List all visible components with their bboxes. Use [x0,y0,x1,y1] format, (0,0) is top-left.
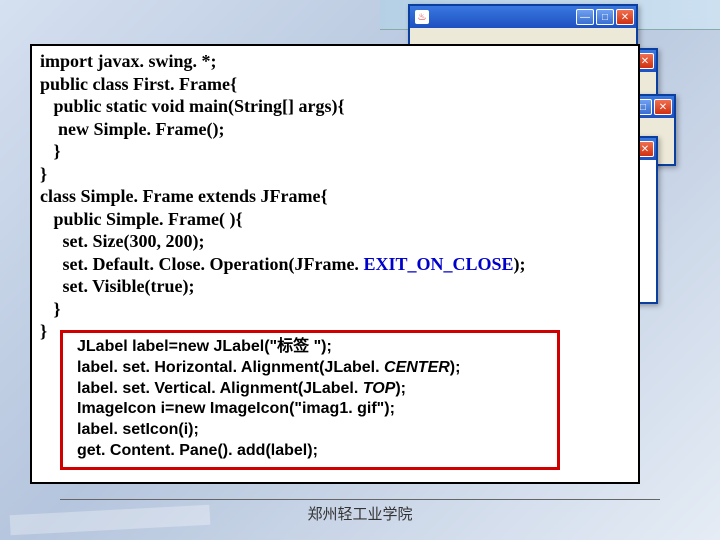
minimize-button[interactable]: — [576,9,594,25]
code-line: } [40,163,630,186]
code-text: ); [513,254,525,274]
footer-institution: 郑州轻工业学院 [0,503,720,524]
code-text: ); [395,380,406,397]
code-line: public Simple. Frame( ){ [40,208,630,231]
code-text: label. set. Vertical. Alignment(JLabel. [77,380,363,397]
overlay-line: ImageIcon i=new ImageIcon("imag1. gif"); [77,399,543,420]
code-line: class Simple. Frame extends JFrame{ [40,185,630,208]
divider [60,499,660,500]
code-line: public static void main(String[] args){ [40,95,630,118]
code-line: import javax. swing. *; [40,50,630,73]
overlay-line: label. set. Vertical. Alignment(JLabel. … [77,379,543,400]
close-button[interactable]: ✕ [654,99,672,115]
overlay-line: get. Content. Pane(). add(label); [77,441,543,462]
code-text: ); [450,359,461,376]
code-constant: CENTER [384,359,450,376]
code-line: public class First. Frame{ [40,73,630,96]
code-text: JLabel label=new JLabel(" [77,338,277,355]
close-button[interactable]: ✕ [616,9,634,25]
code-text: "); [314,338,332,355]
overlay-line: JLabel label=new JLabel("标签 "); [77,337,543,358]
code-text: set. Default. Close. Operation(JFrame. [40,254,363,274]
code-string: 标签 [277,338,313,355]
maximize-button[interactable]: □ [596,9,614,25]
code-line: new Simple. Frame(); [40,118,630,141]
code-line: set. Visible(true); [40,275,630,298]
overlay-line: label. set. Horizontal. Alignment(JLabel… [77,358,543,379]
java-cup-icon: ♨ [415,10,429,24]
code-constant: EXIT_ON_CLOSE [363,254,513,274]
overlay-line: label. setIcon(i); [77,420,543,441]
titlebar-1: ♨ — □ ✕ [410,6,636,28]
code-line: set. Size(300, 200); [40,230,630,253]
code-line: } [40,140,630,163]
code-line: } [40,298,630,321]
highlight-box: JLabel label=new JLabel("标签 "); label. s… [60,330,560,470]
code-text: label. set. Horizontal. Alignment(JLabel… [77,359,384,376]
code-line: set. Default. Close. Operation(JFrame. E… [40,253,630,276]
code-constant: TOP [363,380,396,397]
